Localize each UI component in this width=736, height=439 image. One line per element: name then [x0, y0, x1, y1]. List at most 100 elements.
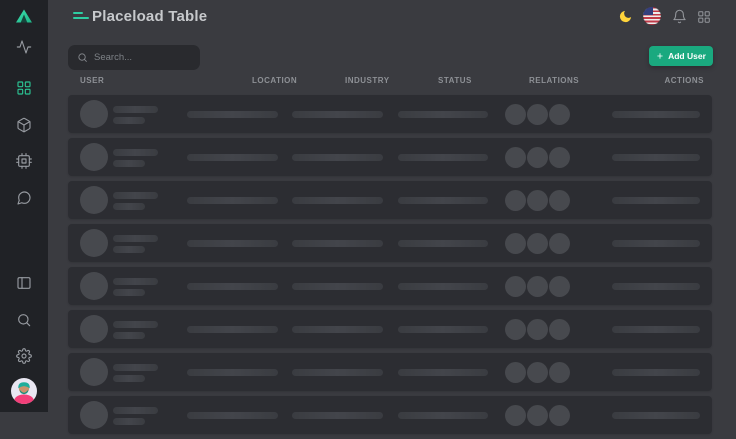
industry-placeholder	[292, 154, 383, 161]
dark-mode-moon-icon[interactable]	[618, 9, 633, 29]
subtitle-placeholder	[113, 375, 145, 382]
apps-grid-icon[interactable]	[697, 10, 711, 29]
column-header-user: USER	[80, 76, 104, 85]
location-placeholder	[187, 283, 278, 290]
industry-placeholder	[292, 240, 383, 247]
sidebar-item-settings settings-gear-icon[interactable]	[0, 348, 48, 364]
column-header-location: LOCATION	[252, 76, 297, 85]
subtitle-placeholder	[113, 246, 145, 253]
name-placeholder	[113, 192, 158, 199]
actions-placeholder	[612, 283, 700, 290]
table-row skeleton-row	[68, 396, 712, 434]
subtitle-placeholder	[113, 418, 145, 425]
status-placeholder	[398, 412, 488, 419]
table-row skeleton-row	[68, 224, 712, 262]
location-placeholder	[187, 412, 278, 419]
status-placeholder	[398, 326, 488, 333]
table-row skeleton-row	[68, 95, 712, 133]
column-header-status: STATUS	[438, 76, 472, 85]
page-title: Placeload Table	[92, 8, 207, 25]
name-placeholder	[113, 235, 158, 242]
name-placeholder	[113, 407, 158, 414]
sidebar	[0, 0, 48, 412]
table-body	[68, 95, 712, 439]
avatar-placeholder	[80, 143, 108, 171]
actions-placeholder	[612, 111, 700, 118]
plus-icon	[656, 52, 664, 60]
relations-placeholder	[505, 233, 570, 254]
industry-placeholder	[292, 369, 383, 376]
status-placeholder	[398, 240, 488, 247]
avatar-placeholder	[80, 315, 108, 343]
app-logo triangle-logo-icon[interactable]	[0, 8, 48, 24]
avatar-placeholder	[80, 358, 108, 386]
subtitle-placeholder	[113, 160, 145, 167]
table-row skeleton-row	[68, 267, 712, 305]
avatar-placeholder	[80, 401, 108, 429]
column-header-relations: RELATIONS	[529, 76, 579, 85]
sidebar-user-avatar user-avatar[interactable]	[0, 378, 48, 404]
search-icon	[77, 52, 88, 63]
sidebar-item-elements cpu-icon[interactable]	[0, 153, 48, 169]
sidebar-item-dashboards dashboard-grid-icon[interactable]	[0, 80, 48, 96]
relations-placeholder	[505, 319, 570, 340]
sidebar-item-components box-icon[interactable]	[0, 117, 48, 133]
relations-placeholder	[505, 276, 570, 297]
actions-placeholder	[612, 369, 700, 376]
status-placeholder	[398, 197, 488, 204]
subtitle-placeholder	[113, 203, 145, 210]
add-user-button[interactable]: Add User	[649, 46, 713, 66]
avatar-placeholder	[80, 229, 108, 257]
search-box	[68, 45, 200, 70]
location-placeholder	[187, 369, 278, 376]
relations-placeholder	[505, 362, 570, 383]
status-placeholder	[398, 283, 488, 290]
subtitle-placeholder	[113, 332, 145, 339]
sidebar-item-messages chat-bubble-icon[interactable]	[0, 190, 48, 206]
industry-placeholder	[292, 412, 383, 419]
table-header: USER LOCATION INDUSTRY STATUS RELATIONS …	[68, 76, 712, 90]
industry-placeholder	[292, 197, 383, 204]
notifications-bell-icon[interactable]	[672, 9, 687, 29]
relations-placeholder	[505, 147, 570, 168]
name-placeholder	[113, 106, 158, 113]
table-row skeleton-row	[68, 353, 712, 391]
avatar-placeholder	[80, 100, 108, 128]
table-row skeleton-row	[68, 181, 712, 219]
actions-placeholder	[612, 326, 700, 333]
location-placeholder	[187, 240, 278, 247]
actions-placeholder	[612, 154, 700, 161]
name-placeholder	[113, 278, 158, 285]
actions-placeholder	[612, 412, 700, 419]
location-placeholder	[187, 111, 278, 118]
location-placeholder	[187, 154, 278, 161]
table-row skeleton-row	[68, 138, 712, 176]
industry-placeholder	[292, 111, 383, 118]
status-placeholder	[398, 369, 488, 376]
subtitle-placeholder	[113, 289, 145, 296]
industry-placeholder	[292, 326, 383, 333]
name-placeholder	[113, 364, 158, 371]
sidebar-item-panels panel-icon[interactable]	[0, 275, 48, 291]
table-row skeleton-row	[68, 310, 712, 348]
location-placeholder	[187, 326, 278, 333]
column-header-actions: ACTIONS	[665, 76, 705, 85]
status-placeholder	[398, 111, 488, 118]
industry-placeholder	[292, 283, 383, 290]
avatar-placeholder	[80, 186, 108, 214]
relations-placeholder	[505, 405, 570, 426]
location-placeholder	[187, 197, 278, 204]
search-input[interactable]	[94, 52, 191, 63]
language-us-flag-icon[interactable]	[643, 7, 661, 25]
sidebar-item-activity activity-icon[interactable]	[0, 39, 48, 55]
actions-placeholder	[612, 197, 700, 204]
actions-placeholder	[612, 240, 700, 247]
hamburger-menu-icon[interactable]	[73, 12, 89, 21]
subtitle-placeholder	[113, 117, 145, 124]
relations-placeholder	[505, 190, 570, 211]
name-placeholder	[113, 149, 158, 156]
status-placeholder	[398, 154, 488, 161]
name-placeholder	[113, 321, 158, 328]
add-user-label: Add User	[668, 51, 706, 61]
sidebar-item-search search-icon[interactable]	[0, 312, 48, 328]
